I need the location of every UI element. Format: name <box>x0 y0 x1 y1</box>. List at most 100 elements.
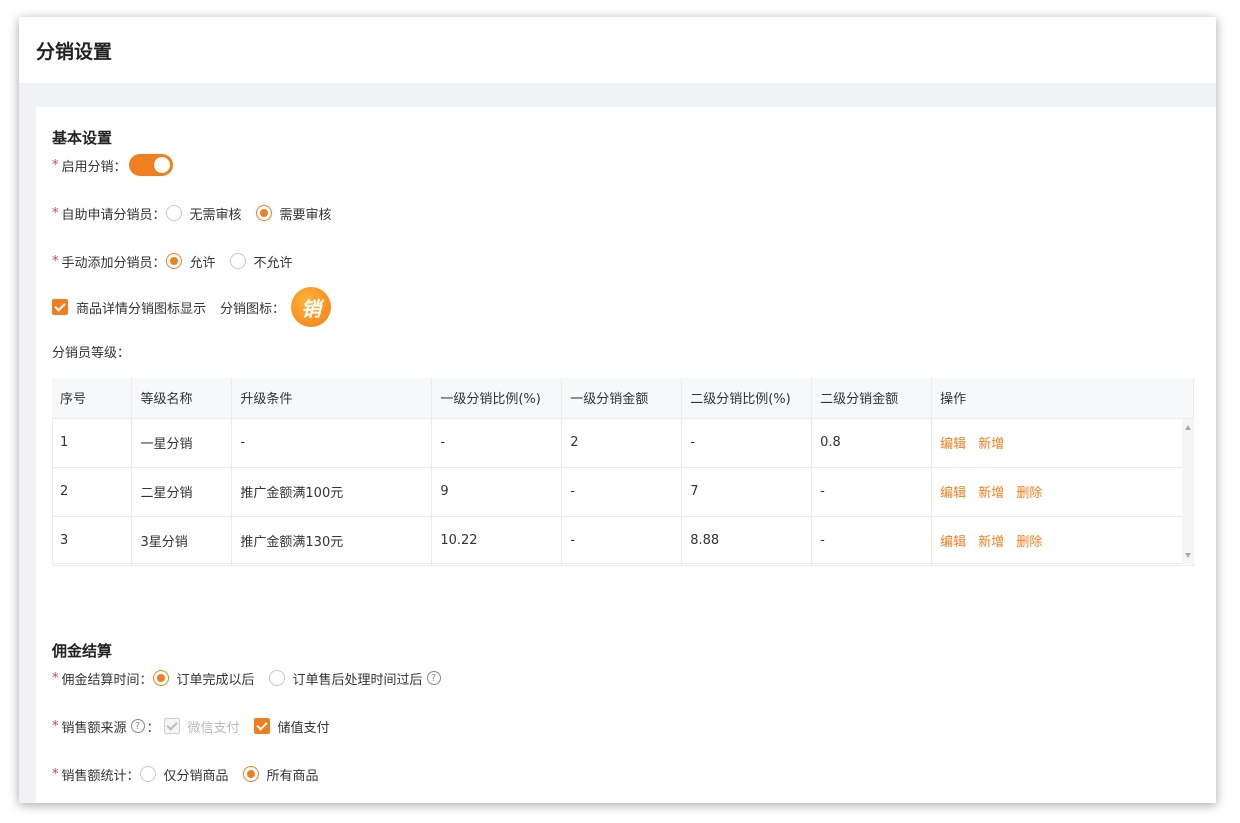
col-header: 二级分销比例(%) <box>681 378 813 419</box>
distribution-badge-icon[interactable]: 销 <box>291 287 332 327</box>
checkbox-label: 商品详情分销图标显示 <box>76 301 207 317</box>
sales-stat-row: * 销售额统计： 仅分销商品 所有商品 <box>52 762 333 786</box>
settle-time-label: 佣金结算时间： <box>61 672 153 688</box>
detail-icon-checkbox[interactable]: 商品详情分销图标显示 <box>52 298 206 317</box>
radio-label: 订单售后处理时间过后 <box>292 672 423 688</box>
cell-no: 3 <box>52 516 133 566</box>
checkbox-checked-icon <box>52 299 68 315</box>
cell-cond: 推广金额满130元 <box>231 516 433 566</box>
cell-no: 2 <box>52 467 133 517</box>
radio-selected-icon <box>255 205 272 221</box>
scroll-down-icon[interactable] <box>1185 553 1191 558</box>
toggle-knob <box>153 157 170 173</box>
icon-display-row: 商品详情分销图标显示 分销图标： 销 <box>52 287 332 327</box>
radio-selected-icon <box>152 670 169 686</box>
cell-r1: 10.22 <box>431 516 563 566</box>
cell-a2: - <box>811 467 933 517</box>
sales-stat-label: 销售额统计： <box>61 768 140 784</box>
settle-time-row: * 佣金结算时间： 订单完成以后 订单售后处理时间过后 ? <box>52 666 441 690</box>
manual-add-row: * 手动添加分销员： 允许 不允许 <box>52 249 307 273</box>
radio-label: 仅分销商品 <box>163 768 229 784</box>
required-mark: * <box>52 205 59 221</box>
radio-icon <box>268 670 285 686</box>
delete-link[interactable]: 删除 <box>1016 486 1042 501</box>
checkbox-label: 微信支付 <box>187 720 240 736</box>
radio-selected-icon <box>165 253 182 269</box>
cell-name: 一星分销 <box>131 418 233 468</box>
sales-source-label: 销售额来源 <box>61 720 127 736</box>
radio-icon <box>229 253 246 269</box>
enable-row: * 启用分销： <box>52 153 173 177</box>
edit-link[interactable]: 编辑 <box>940 535 966 550</box>
self-apply-no-review-radio[interactable]: 无需审核 <box>165 204 242 223</box>
scroll-up-icon[interactable] <box>1185 425 1191 430</box>
col-header: 二级分销金额 <box>811 378 933 419</box>
table-row: 1 一星分销 - - 2 - 0.8 编辑 新增 <box>52 418 1194 468</box>
cell-a1: - <box>561 467 683 517</box>
help-icon[interactable]: ? <box>426 671 441 685</box>
table-header-row: 序号 等级名称 升级条件 一级分销比例(%) 一级分销金额 二级分销比例(%) … <box>52 378 1194 419</box>
radio-label: 不允许 <box>253 255 293 271</box>
settings-panel: 基本设置 * 启用分销： * 自助申请分销员： 无需审核 需要审核 * 手动添加… <box>36 107 1216 803</box>
stat-distribution-only-radio[interactable]: 仅分销商品 <box>139 765 229 784</box>
cell-a2: 0.8 <box>811 418 933 468</box>
header: 分销设置 <box>19 17 1216 83</box>
cell-cond: - <box>231 418 433 468</box>
col-header: 一级分销金额 <box>561 378 683 419</box>
settings-window: 分销设置 基本设置 * 启用分销： * 自助申请分销员： 无需审核 需要审核 *… <box>19 17 1216 803</box>
table-row: 2 二星分销 推广金额满100元 9 - 7 - 编辑 新增 删除 <box>52 467 1194 517</box>
settle-after-aftersale-radio[interactable]: 订单售后处理时间过后 <box>268 669 423 688</box>
add-link[interactable]: 新增 <box>978 535 1004 550</box>
wechat-pay-checkbox[interactable]: 微信支付 <box>163 717 240 736</box>
radio-label: 无需审核 <box>189 207 242 223</box>
manual-add-label: 手动添加分销员： <box>61 255 166 271</box>
required-mark: * <box>52 718 59 734</box>
checkbox-checked-icon <box>253 718 270 734</box>
add-link[interactable]: 新增 <box>978 486 1004 501</box>
cell-name: 二星分销 <box>131 467 233 517</box>
col-header: 升级条件 <box>231 378 433 419</box>
edit-link[interactable]: 编辑 <box>940 437 966 452</box>
cell-r2: 8.88 <box>681 516 813 566</box>
icon-label: 分销图标： <box>220 301 286 317</box>
settle-after-complete-radio[interactable]: 订单完成以后 <box>152 669 255 688</box>
col-header: 等级名称 <box>131 378 233 419</box>
page-title: 分销设置 <box>36 40 113 63</box>
level-table: 序号 等级名称 升级条件 一级分销比例(%) 一级分销金额 二级分销比例(%) … <box>52 378 1194 566</box>
radio-label: 所有商品 <box>266 768 319 784</box>
enable-toggle[interactable] <box>128 154 173 176</box>
self-apply-label: 自助申请分销员： <box>61 207 166 223</box>
delete-link[interactable]: 删除 <box>1016 535 1042 550</box>
edit-link[interactable]: 编辑 <box>940 486 966 501</box>
col-header: 序号 <box>52 378 133 419</box>
manual-allow-radio[interactable]: 允许 <box>165 252 216 271</box>
stored-value-checkbox[interactable]: 储值支付 <box>253 717 330 736</box>
add-link[interactable]: 新增 <box>978 437 1004 452</box>
radio-label: 订单完成以后 <box>176 672 255 688</box>
cell-actions: 编辑 新增 <box>931 418 1194 468</box>
commission-title: 佣金结算 <box>52 642 113 660</box>
checkbox-label: 储值支付 <box>277 720 330 736</box>
cell-actions: 编辑 新增 删除 <box>931 516 1194 566</box>
manual-disallow-radio[interactable]: 不允许 <box>229 252 293 271</box>
radio-selected-icon <box>242 766 259 782</box>
cell-cond: 推广金额满100元 <box>231 467 433 517</box>
stat-all-products-radio[interactable]: 所有商品 <box>242 765 319 784</box>
cell-r1: 9 <box>431 467 563 517</box>
self-apply-review-radio[interactable]: 需要审核 <box>255 204 332 223</box>
table-scrollbar[interactable] <box>1182 419 1194 564</box>
cell-name: 3星分销 <box>131 516 233 566</box>
cell-r2: - <box>681 418 813 468</box>
checkbox-disabled-icon <box>163 718 180 734</box>
sales-source-row: * 销售额来源 ? ： 微信支付 储值支付 <box>52 714 344 738</box>
cell-a1: - <box>561 516 683 566</box>
cell-a2: - <box>811 516 933 566</box>
required-mark: * <box>52 157 59 173</box>
cell-no: 1 <box>52 418 133 468</box>
help-icon[interactable]: ? <box>130 719 145 733</box>
radio-label: 需要审核 <box>279 207 332 223</box>
col-header: 操作 <box>931 378 1194 419</box>
radio-icon <box>139 766 156 782</box>
level-label: 分销员等级： <box>52 345 131 361</box>
basic-settings-title: 基本设置 <box>52 129 113 147</box>
